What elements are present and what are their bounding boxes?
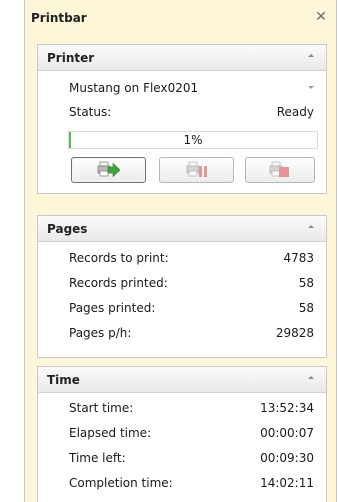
time-panel: Time Start time: 13:52:34 Elapsed time: …: [37, 366, 327, 502]
printer-panel-header[interactable]: Printer: [38, 45, 326, 71]
print-progress-bar: 1%: [68, 131, 318, 149]
window-title: Printbar: [31, 11, 87, 25]
records-to-print-value: 4783: [283, 251, 314, 265]
printer-select[interactable]: Mustang on Flex0201: [64, 79, 316, 99]
title-bar: Printbar ✕: [25, 0, 336, 38]
dropdown-arrow-icon[interactable]: [308, 86, 314, 89]
pages-per-hour-row: Pages p/h: 29828: [38, 324, 326, 344]
completion-time-row: Completion time: 14:02:11: [38, 474, 326, 494]
print-progress-text: 1%: [183, 133, 203, 147]
pages-per-hour-label: Pages p/h:: [69, 326, 132, 340]
status-value: Ready: [276, 105, 314, 119]
print-button[interactable]: [71, 157, 146, 183]
close-icon[interactable]: ✕: [314, 10, 328, 24]
records-to-print-row: Records to print: 4783: [38, 249, 326, 269]
collapse-chevron-icon[interactable]: [305, 372, 317, 384]
elapsed-time-row: Elapsed time: 00:00:07: [38, 424, 326, 444]
completion-time-label: Completion time:: [69, 476, 173, 490]
pages-panel: Pages Records to print: 4783 Records pri…: [37, 215, 327, 358]
status-row: Status: Ready: [38, 103, 326, 123]
pages-printed-row: Pages printed: 58: [38, 299, 326, 319]
start-time-value: 13:52:34: [260, 401, 314, 415]
collapse-chevron-icon[interactable]: [305, 50, 317, 62]
start-time-label: Start time:: [69, 401, 134, 415]
records-printed-value: 58: [298, 276, 314, 290]
elapsed-time-label: Elapsed time:: [69, 426, 152, 440]
time-panel-title: Time: [47, 373, 80, 387]
time-left-value: 00:09:30: [260, 451, 314, 465]
pages-panel-header[interactable]: Pages: [38, 216, 326, 242]
print-stop-icon: [269, 161, 289, 177]
pages-panel-title: Pages: [47, 222, 88, 236]
collapse-chevron-icon[interactable]: [305, 221, 317, 233]
printer-panel-title: Printer: [47, 51, 95, 65]
records-printed-row: Records printed: 58: [38, 274, 326, 294]
time-left-label: Time left:: [69, 451, 126, 465]
printer-panel: Printer Mustang on Flex0201 Status: Read…: [37, 44, 327, 194]
pages-printed-value: 58: [298, 301, 314, 315]
time-left-row: Time left: 00:09:30: [38, 449, 326, 469]
print-pause-icon: [186, 161, 207, 177]
time-panel-header[interactable]: Time: [38, 367, 326, 393]
status-label: Status:: [69, 105, 112, 119]
start-time-row: Start time: 13:52:34: [38, 399, 326, 419]
stop-button[interactable]: [245, 157, 315, 183]
pause-button[interactable]: [159, 157, 234, 183]
pages-printed-label: Pages printed:: [69, 301, 156, 315]
records-to-print-label: Records to print:: [69, 251, 169, 265]
completion-time-value: 14:02:11: [260, 476, 314, 490]
printer-select-value: Mustang on Flex0201: [69, 81, 199, 95]
printbar-window: Printbar ✕ Printer Mustang on Flex0201 S…: [24, 0, 337, 502]
print-go-icon: [97, 161, 120, 178]
elapsed-time-value: 00:00:07: [260, 426, 314, 440]
records-printed-label: Records printed:: [69, 276, 168, 290]
pages-per-hour-value: 29828: [275, 326, 314, 340]
